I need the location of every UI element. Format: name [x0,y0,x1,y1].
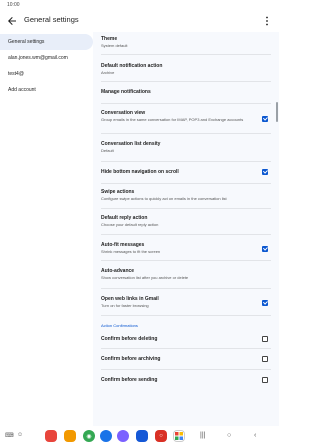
gallery-app-icon[interactable] [117,430,129,442]
setting-subtitle: Choose your default reply action [101,222,159,227]
setting-title: Default notification action [101,63,163,69]
setting-subtitle: Archive [101,70,115,75]
more-options-icon[interactable] [264,15,270,27]
divider [101,315,271,316]
open-web-links-checkbox[interactable] [262,300,268,306]
setting-default-reply-action[interactable]: Default reply action Choose your default… [93,209,279,235]
recents-icon[interactable]: ||| [200,432,205,439]
sidebar-item-label: test4@ [8,71,24,77]
setting-subtitle: Show conversation list after you archive… [101,275,189,280]
messages-app-icon[interactable] [64,430,76,442]
setting-subtitle: Group emails in the same conversation fo… [101,116,244,122]
accessibility-icon[interactable]: ☺ [17,432,23,438]
setting-title: Theme [101,36,118,42]
setting-confirm-before-sending[interactable]: Confirm before sending [93,370,279,390]
confirm-before-sending-checkbox[interactable] [262,377,268,383]
settings-list: Theme System default Default notificatio… [93,32,279,426]
setting-conversation-view[interactable]: Conversation view Group emails in the sa… [93,104,279,132]
setting-theme[interactable]: Theme System default [93,32,279,54]
chat-app-icon[interactable] [100,430,112,442]
setting-subtitle: System default [101,43,128,48]
section-header-action-confirmations: Action Confirmations [101,323,138,328]
setting-subtitle: Default [101,148,114,153]
setting-manage-notifications[interactable]: Manage notifications [93,82,279,102]
status-time: 10:00 [7,2,20,8]
sidebar-item-label: Add account [8,87,36,93]
setting-title: Conversation view [101,110,146,116]
phone-app-icon[interactable] [45,430,57,442]
sidebar-item-account-gmail[interactable]: alan.jones.wm@gmail.com [0,50,93,66]
setting-subtitle: Configure swipe actions to quickly act o… [101,196,227,201]
hide-bottom-navigation-checkbox[interactable] [262,169,268,175]
apps-grid-icon[interactable] [173,430,185,442]
setting-confirm-before-archiving[interactable]: Confirm before archiving [93,349,279,369]
clock-app-icon[interactable]: ○ [155,430,167,442]
sidebar-item-general-settings[interactable]: General settings [0,34,93,50]
setting-hide-bottom-navigation[interactable]: Hide bottom navigation on scroll [93,162,279,182]
confirm-before-archiving-checkbox[interactable] [262,356,268,362]
setting-title: Default reply action [101,215,148,221]
auto-fit-messages-checkbox[interactable] [262,246,268,252]
home-icon[interactable]: ○ [227,432,231,439]
conversation-view-checkbox[interactable] [262,116,268,122]
scrollbar[interactable] [276,102,278,122]
setting-subtitle: Shrink messages to fit the screen [101,249,161,254]
setting-title: Auto-advance [101,268,135,274]
setting-title: Auto-fit messages [101,242,145,248]
setting-open-web-links[interactable]: Open web links in Gmail Turn on for fast… [93,289,279,315]
back-nav-icon[interactable]: ‹ [254,432,256,439]
app-bar: General settings [0,10,279,32]
setting-title: Swipe actions [101,189,135,195]
setting-auto-advance[interactable]: Auto-advance Show conversation list afte… [93,261,279,287]
setting-title: Confirm before sending [101,377,158,383]
status-bar: 10:00 [0,0,279,10]
setting-title: Manage notifications [101,89,151,95]
browser-app-icon[interactable] [136,430,148,442]
setting-title: Hide bottom navigation on scroll [101,169,179,175]
sidebar-item-label: alan.jones.wm@gmail.com [8,55,68,61]
sidebar-item-label: General settings [8,39,45,45]
setting-swipe-actions[interactable]: Swipe actions Configure swipe actions to… [93,184,279,210]
accounts-sidebar: General settings alan.jones.wm@gmail.com… [0,32,93,426]
grid-icon [175,432,183,440]
setting-title: Confirm before deleting [101,336,158,342]
setting-confirm-before-deleting[interactable]: Confirm before deleting [93,331,279,347]
sidebar-item-add-account[interactable]: Add account [0,82,93,98]
setting-conversation-list-density[interactable]: Conversation list density Default [93,134,279,160]
setting-auto-fit-messages[interactable]: Auto-fit messages Shrink messages to fit… [93,235,279,261]
setting-title: Open web links in Gmail [101,296,159,302]
system-navigation-bar: ⌨ ☺ ◉ ○ ||| ○ ‹ [0,426,279,446]
setting-subtitle: Turn on for faster browsing [101,303,149,308]
page-title: General settings [24,15,79,24]
setting-title: Confirm before archiving [101,356,161,362]
sidebar-item-account-test4[interactable]: test4@ [0,66,93,82]
setting-default-notification-action[interactable]: Default notification action Archive [93,55,279,77]
keyboard-icon[interactable]: ⌨ [5,432,14,439]
setting-title: Conversation list density [101,141,161,147]
confirm-before-deleting-checkbox[interactable] [262,336,268,342]
camera-app-icon[interactable]: ◉ [83,430,95,442]
back-arrow-icon[interactable] [6,15,18,27]
